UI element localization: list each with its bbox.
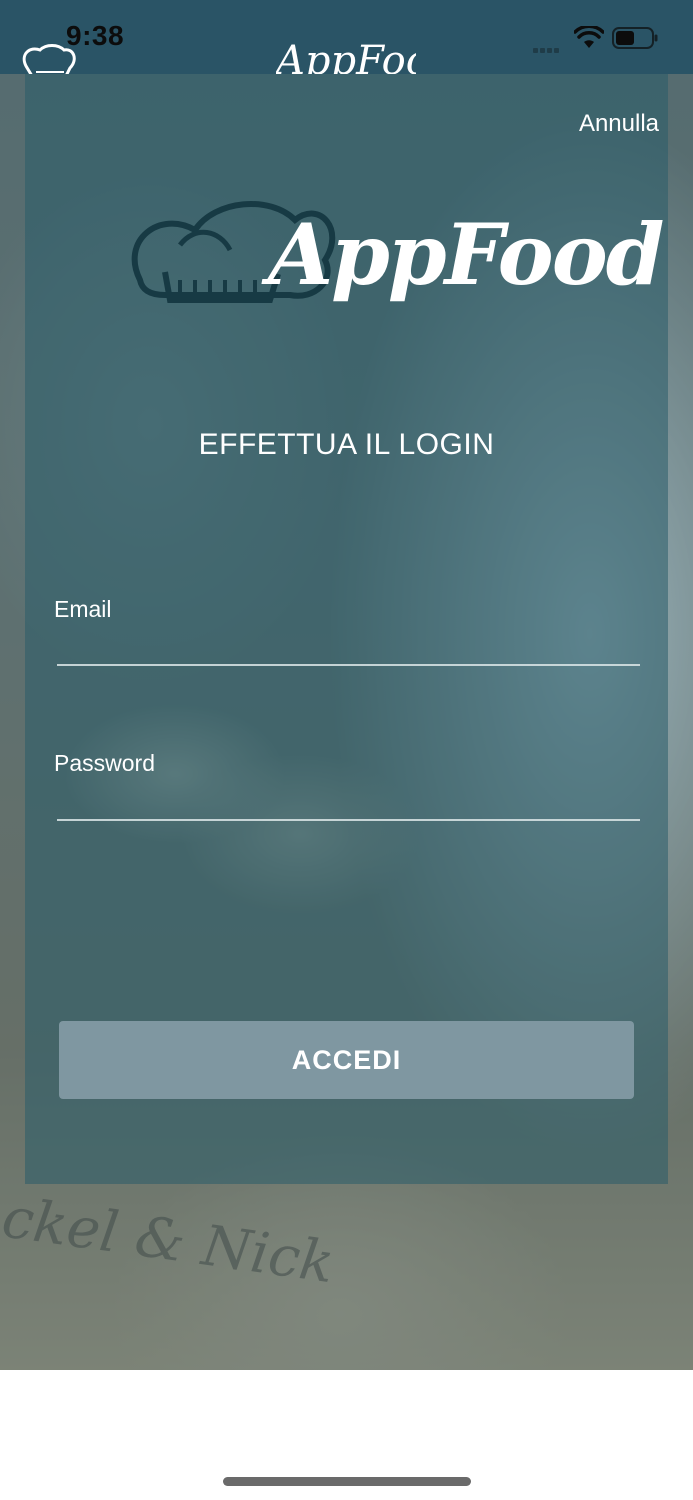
top-bar: 9:38 AppFood [0, 0, 693, 74]
password-field[interactable] [57, 783, 640, 821]
password-label: Password [54, 750, 155, 776]
email-label: Email [54, 596, 112, 622]
wifi-icon [573, 24, 605, 50]
email-field[interactable] [57, 628, 640, 666]
signal-icon [533, 40, 567, 53]
login-button[interactable]: ACCEDI [59, 1021, 634, 1099]
header-logo: AppFood [276, 38, 416, 74]
app-logo: AppFood [268, 205, 664, 304]
home-indicator [223, 1477, 471, 1486]
login-heading: EFFETTUA IL LOGIN [198, 428, 495, 461]
status-time: 9:38 [66, 20, 125, 51]
cancel-button[interactable]: Annulla [579, 110, 659, 138]
battery-icon [612, 27, 658, 49]
